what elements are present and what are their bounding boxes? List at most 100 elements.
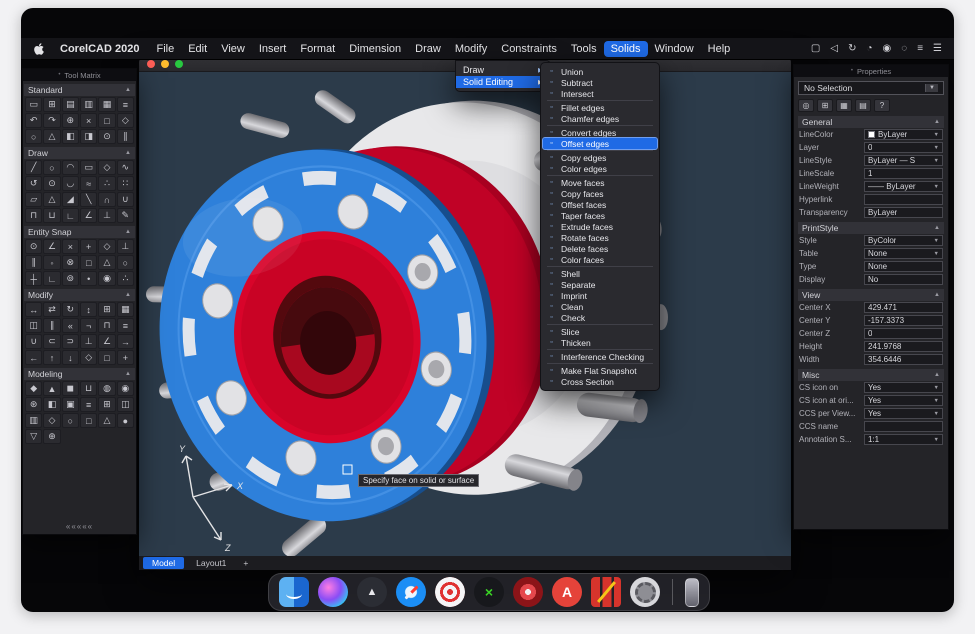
menu-dimension[interactable]: Dimension	[342, 41, 408, 57]
tool-icon-modeling-12[interactable]: ◫	[117, 397, 134, 412]
tool-matrix-collapse-button[interactable]: «««««	[23, 522, 136, 531]
solids-menu-item-solid-editing[interactable]: Solid Editing▶	[456, 76, 550, 88]
pick-points-icon[interactable]: ◎	[798, 99, 814, 112]
tool-icon-modify-19[interactable]: ←	[25, 350, 42, 365]
prop-value-linescale[interactable]: 1	[864, 168, 943, 179]
letter-a-app-icon[interactable]: A	[552, 577, 582, 607]
camera-app-icon[interactable]	[513, 577, 543, 607]
prop-value-ccs-per-view[interactable]: Yes▼	[864, 408, 943, 419]
prop-section-view[interactable]: View▲	[798, 289, 944, 301]
selection-dropdown[interactable]: No Selection ▼	[798, 81, 944, 95]
prop-value-center-x[interactable]: 429.471	[864, 302, 943, 313]
menu-help[interactable]: Help	[701, 41, 738, 57]
tool-icon-modeling-19[interactable]: ▽	[25, 429, 42, 444]
tool-icon-draw-6[interactable]: ∿	[117, 160, 134, 175]
user-icon[interactable]: ◉	[883, 43, 892, 54]
submenu-item-offset-faces[interactable]: ▫Offset faces	[541, 199, 659, 210]
tool-icon-modify-1[interactable]: ↔	[25, 302, 42, 317]
tool-icon-modify-22[interactable]: ◇	[80, 350, 97, 365]
tool-icon-standard-2[interactable]: ⊞	[43, 97, 60, 112]
tool-icon-modify-13[interactable]: ∪	[25, 334, 42, 349]
tool-icon-standard-11[interactable]: □	[98, 113, 115, 128]
submenu-item-subtract[interactable]: ▫Subtract	[541, 77, 659, 88]
section-header-modeling[interactable]: Modeling▲	[24, 368, 135, 380]
editor-app-icon[interactable]	[591, 577, 621, 607]
tool-icon-draw-10[interactable]: ≈	[80, 176, 97, 191]
prop-value-layer[interactable]: 0▼	[864, 142, 943, 153]
menu-edit[interactable]: Edit	[181, 41, 214, 57]
tool-icon-modeling-2[interactable]: ▲	[43, 381, 60, 396]
prop-section-general[interactable]: General▲	[798, 116, 944, 128]
finder-icon[interactable]	[279, 577, 309, 607]
submenu-item-rotate-faces[interactable]: ▫Rotate faces	[541, 232, 659, 243]
prop-value-hyperlink[interactable]	[864, 194, 943, 205]
collapse-arrow-icon[interactable]: ▲	[934, 292, 940, 298]
prop-value-ccs-name[interactable]	[864, 421, 943, 432]
tool-icon-modify-8[interactable]: ∥	[43, 318, 60, 333]
tool-icon-draw-16[interactable]: ╲	[80, 192, 97, 207]
submenu-item-copy-edges[interactable]: ▫Copy edges	[541, 152, 659, 163]
tool-icon-draw-13[interactable]: ▱	[25, 192, 42, 207]
tool-icon-entity-snap-9[interactable]: ⊗	[62, 255, 79, 270]
submenu-item-separate[interactable]: ▫Separate	[541, 279, 659, 290]
tool-icon-modeling-16[interactable]: □	[80, 413, 97, 428]
tool-icon-entity-snap-18[interactable]: ∴	[117, 271, 134, 286]
tool-matrix-titlebar[interactable]: • Tool Matrix	[23, 69, 136, 81]
tool-icon-draw-19[interactable]: ⊓	[25, 208, 42, 223]
menu-file[interactable]: File	[149, 41, 181, 57]
tool-icon-draw-12[interactable]: ∷	[117, 176, 134, 191]
tool-icon-entity-snap-6[interactable]: ⊥	[117, 239, 134, 254]
tool-icon-modify-9[interactable]: «	[62, 318, 79, 333]
tool-icon-standard-17[interactable]: ⊙	[98, 129, 115, 144]
tool-icon-standard-3[interactable]: ▤	[62, 97, 79, 112]
tool-icon-modeling-10[interactable]: ≡	[80, 397, 97, 412]
tool-icon-standard-1[interactable]: ▭	[25, 97, 42, 112]
menu-solids[interactable]: Solids	[604, 41, 648, 57]
tool-icon-draw-24[interactable]: ✎	[117, 208, 134, 223]
tool-icon-entity-snap-1[interactable]: ⊙	[25, 239, 42, 254]
menu-modify[interactable]: Modify	[448, 41, 494, 57]
tool-icon-modify-18[interactable]: →	[117, 334, 134, 349]
tool-icon-draw-21[interactable]: ∟	[62, 208, 79, 223]
menu-insert[interactable]: Insert	[252, 41, 294, 57]
tool-icon-entity-snap-2[interactable]: ∠	[43, 239, 60, 254]
section-header-modify[interactable]: Modify▲	[24, 289, 135, 301]
submenu-item-copy-faces[interactable]: ▫Copy faces	[541, 188, 659, 199]
add-layout-button[interactable]: +	[238, 558, 253, 568]
search-icon[interactable]: ◌	[901, 43, 907, 54]
submenu-item-slice[interactable]: ▫Slice	[541, 326, 659, 337]
control-center-icon[interactable]: ≡	[917, 43, 923, 54]
collapse-arrow-icon[interactable]: ▲	[125, 292, 131, 298]
prop-section-misc[interactable]: Misc▲	[798, 369, 944, 381]
safari-icon[interactable]	[396, 577, 426, 607]
categorized-view-icon[interactable]: ▦	[836, 99, 852, 112]
section-header-entity-snap[interactable]: Entity Snap▲	[24, 226, 135, 238]
tool-icon-modify-15[interactable]: ⊃	[62, 334, 79, 349]
tool-icon-draw-2[interactable]: ○	[43, 160, 60, 175]
tool-icon-entity-snap-11[interactable]: △	[98, 255, 115, 270]
tool-icon-standard-8[interactable]: ↷	[43, 113, 60, 128]
submenu-item-color-faces[interactable]: ▫Color faces	[541, 254, 659, 265]
tool-icon-draw-20[interactable]: ⊔	[43, 208, 60, 223]
menu-tools[interactable]: Tools	[564, 41, 604, 57]
prop-section-printstyle[interactable]: PrintStyle▲	[798, 222, 944, 234]
tool-icon-modify-21[interactable]: ↓	[62, 350, 79, 365]
tool-icon-modeling-4[interactable]: ⊔	[80, 381, 97, 396]
tool-icon-draw-4[interactable]: ▭	[80, 160, 97, 175]
tool-icon-standard-15[interactable]: ◧	[62, 129, 79, 144]
collapse-arrow-icon[interactable]: ▲	[934, 119, 940, 125]
tool-icon-modify-2[interactable]: ⇄	[43, 302, 60, 317]
submenu-item-offset-edges[interactable]: ▫Offset edges	[543, 138, 657, 149]
tool-icon-standard-5[interactable]: ▦	[98, 97, 115, 112]
collapse-arrow-icon[interactable]: ▲	[934, 372, 940, 378]
submenu-item-chamfer-edges[interactable]: ▫Chamfer edges	[541, 113, 659, 124]
gear-app-icon[interactable]	[630, 577, 660, 607]
collapse-arrow-icon[interactable]: ▲	[125, 87, 131, 93]
zoom-button[interactable]	[175, 60, 183, 68]
collapse-arrow-icon[interactable]: ▲	[125, 371, 131, 377]
tool-icon-standard-16[interactable]: ◨	[80, 129, 97, 144]
prop-value-linecolor[interactable]: ByLayer▼	[864, 129, 943, 140]
tab-model[interactable]: Model	[143, 557, 184, 569]
tool-icon-modify-16[interactable]: ⊥	[80, 334, 97, 349]
menu-format[interactable]: Format	[293, 41, 342, 57]
